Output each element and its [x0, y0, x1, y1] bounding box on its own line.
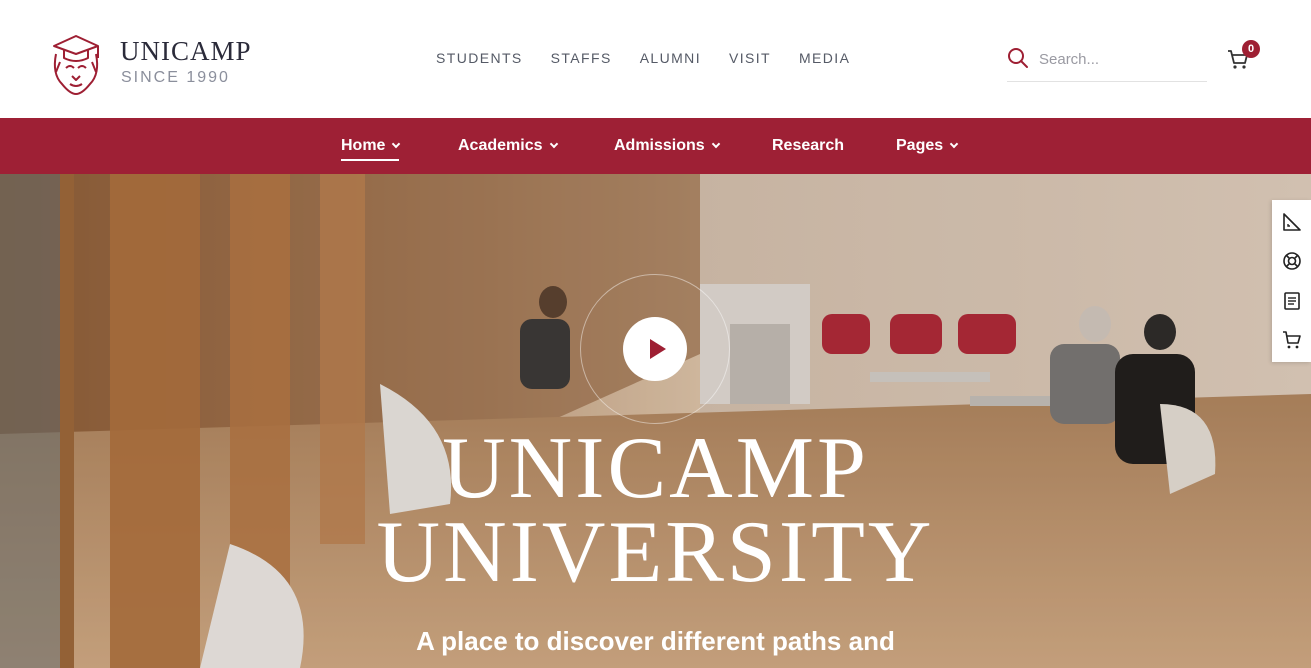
- search-icon[interactable]: [1007, 47, 1029, 69]
- search-input[interactable]: [1039, 48, 1199, 70]
- ruler-icon[interactable]: [1280, 210, 1304, 234]
- mainnav-academics[interactable]: Academics: [458, 118, 558, 174]
- topnav-visit[interactable]: VISIT: [729, 50, 771, 66]
- hero-section: UNICAMP UNIVERSITY A place to discover d…: [0, 174, 1311, 668]
- chevron-down-icon: [949, 139, 959, 148]
- mainnav-admissions-label: Admissions: [614, 137, 705, 154]
- chevron-down-icon: [711, 139, 720, 148]
- search-box: [1007, 44, 1207, 82]
- mainnav-research[interactable]: Research: [772, 118, 844, 174]
- mainnav-home-label: Home: [341, 137, 386, 154]
- topnav-media[interactable]: MEDIA: [799, 50, 850, 66]
- mainnav-research-label: Research: [772, 137, 845, 154]
- topnav-alumni[interactable]: ALUMNI: [640, 50, 701, 66]
- play-icon[interactable]: [623, 317, 687, 381]
- chevron-down-icon: [549, 139, 558, 148]
- logo[interactable]: UNICAMP SINCE 1990: [48, 24, 288, 96]
- topnav-staffs[interactable]: STAFFS: [551, 50, 612, 66]
- cart-icon[interactable]: [1280, 328, 1304, 352]
- top-header: UNICAMP SINCE 1990 STUDENTS STAFFS ALUMN…: [0, 0, 1311, 118]
- lifebuoy-icon[interactable]: [1280, 249, 1304, 273]
- topnav-students[interactable]: STUDENTS: [436, 50, 523, 66]
- cart-button[interactable]: 0: [1226, 40, 1262, 74]
- mainnav-home[interactable]: Home: [341, 118, 401, 174]
- document-icon[interactable]: [1280, 289, 1304, 313]
- video-play-control: [580, 274, 730, 424]
- side-toolbar: [1272, 200, 1311, 362]
- mainnav-admissions[interactable]: Admissions: [614, 118, 720, 174]
- top-nav: STUDENTS STAFFS ALUMNI VISIT MEDIA: [436, 50, 878, 66]
- hero-title-line2: UNIVERSITY: [376, 504, 935, 601]
- mainnav-pages-label: Pages: [896, 137, 944, 154]
- main-nav: Home Academics Admissions Research Pages: [0, 118, 1311, 174]
- lion-crest-icon: [53, 35, 99, 95]
- brand-since: SINCE 1990: [121, 69, 230, 86]
- cart-count-badge: 0: [1242, 40, 1260, 58]
- mainnav-academics-label: Academics: [458, 137, 543, 154]
- mainnav-pages[interactable]: Pages: [896, 118, 959, 174]
- brand-name: UNICAMP: [120, 36, 252, 66]
- hero-title-line1: UNICAMP: [442, 420, 869, 517]
- hero-subtitle: A place to discover different paths and: [416, 626, 895, 656]
- chevron-down-icon: [392, 139, 401, 148]
